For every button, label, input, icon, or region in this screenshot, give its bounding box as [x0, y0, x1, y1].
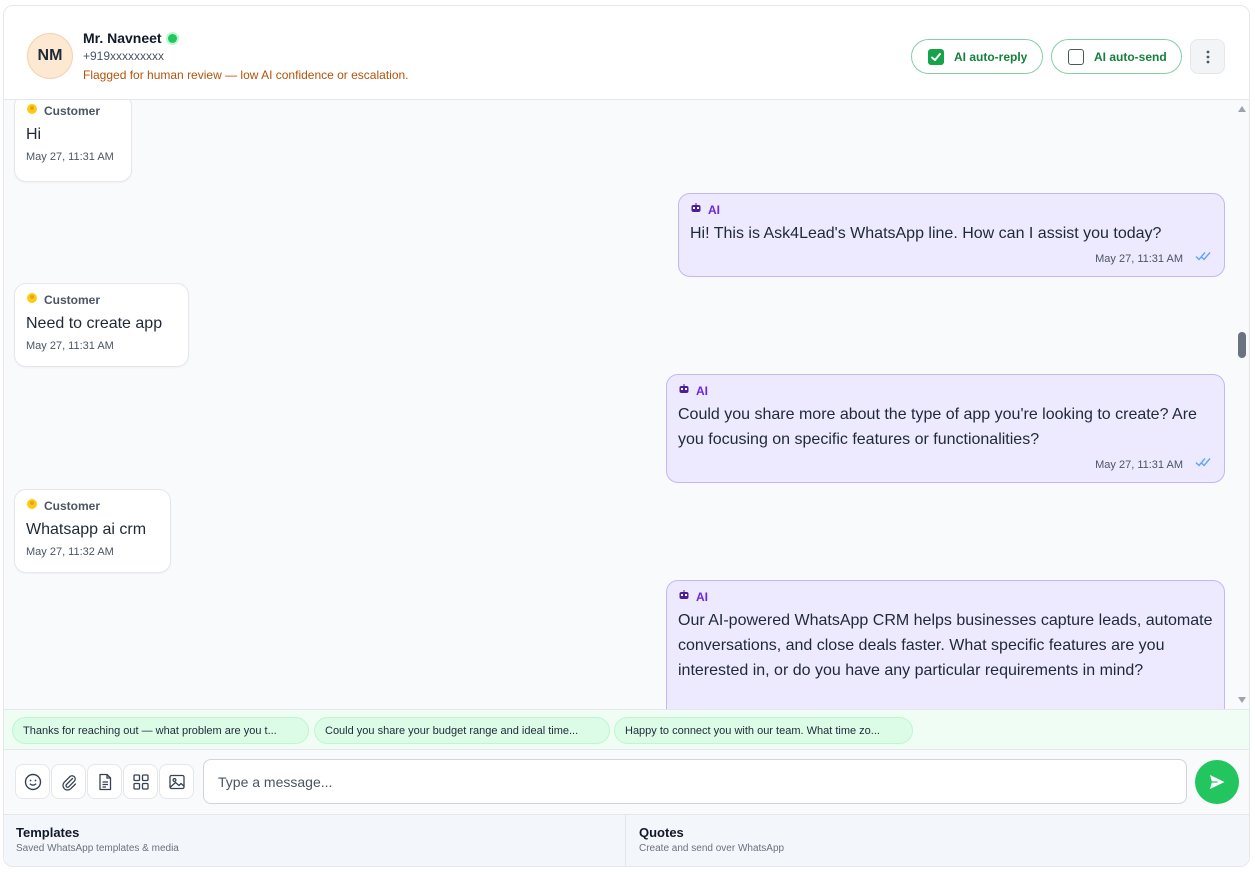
message-input[interactable] — [203, 759, 1187, 804]
customer-icon — [26, 498, 38, 513]
image-icon — [168, 774, 185, 789]
scroll-down-arrow-icon[interactable] — [1238, 697, 1246, 703]
read-receipt-icon — [1195, 454, 1213, 472]
suggested-reply-chip[interactable]: Happy to connect you with our team. What… — [614, 717, 913, 744]
chat-scrollbar[interactable] — [1237, 100, 1247, 709]
robot-icon — [690, 202, 702, 217]
message-text: Hi! This is Ask4Lead's WhatsApp line. Ho… — [690, 225, 1162, 242]
message-ai: AI Could you share more about the type o… — [666, 374, 1225, 483]
more-options-button[interactable] — [1190, 39, 1225, 74]
checkmark-icon — [931, 52, 941, 61]
online-status-icon — [167, 33, 177, 43]
message-text: Hi — [26, 126, 42, 143]
message-ai: AI Our AI-powered WhatsApp CRM helps bus… — [666, 580, 1225, 709]
message-time: May 27, 11:31 AM — [1095, 459, 1183, 471]
grid-icon — [132, 773, 149, 790]
customer-icon — [26, 292, 38, 307]
message-sender: Customer — [26, 103, 120, 118]
message-time: May 27, 11:32 AM — [26, 546, 114, 558]
send-button[interactable] — [1195, 760, 1239, 804]
message-ai: AI Hi! This is Ask4Lead's WhatsApp line.… — [678, 193, 1225, 277]
message-customer: Customer Whatsapp ai crm May 27, 11:32 A… — [14, 489, 171, 573]
avatar: NM — [27, 33, 73, 79]
scroll-up-arrow-icon[interactable] — [1238, 106, 1246, 112]
ai-auto-reply-toggle[interactable]: AI auto-reply — [911, 39, 1043, 74]
message-sender: Customer — [26, 292, 177, 307]
more-vertical-icon — [1206, 50, 1209, 63]
chat-header: NM Mr. Navneet +919xxxxxxxxx Flagged for… — [4, 6, 1249, 100]
message-sender: AI — [678, 589, 1213, 604]
emoji-icon — [24, 773, 41, 790]
robot-icon — [678, 383, 690, 398]
templates-grid-button[interactable] — [123, 764, 158, 799]
templates-title: Templates — [16, 825, 80, 840]
chat-window: NM Mr. Navneet +919xxxxxxxxx Flagged for… — [3, 5, 1250, 867]
message-text: Could you share more about the type of a… — [678, 406, 1197, 448]
suggested-replies: Thanks for reaching out — what problem a… — [4, 709, 1249, 749]
message-sender: AI — [690, 202, 1213, 217]
contact-phone: +919xxxxxxxxx — [83, 49, 165, 63]
message-time: May 27, 11:31 AM — [26, 340, 114, 352]
attach-file-button[interactable] — [51, 764, 86, 799]
emoji-button[interactable] — [15, 764, 50, 799]
document-icon — [98, 773, 111, 790]
attach-document-button[interactable] — [87, 764, 122, 799]
suggested-reply-chip[interactable]: Thanks for reaching out — what problem a… — [12, 717, 309, 744]
footer-panels: Templates Saved WhatsApp templates & med… — [4, 814, 1249, 866]
suggested-reply-chip[interactable]: Could you share your budget range and id… — [314, 717, 610, 744]
read-receipt-icon — [1195, 248, 1213, 266]
message-composer — [4, 749, 1249, 814]
paperclip-icon — [61, 774, 76, 791]
customer-icon — [26, 103, 38, 118]
message-sender: Customer — [26, 498, 159, 513]
message-customer: Customer Need to create app May 27, 11:3… — [14, 283, 189, 367]
message-text: Whatsapp ai crm — [26, 521, 147, 538]
ai-auto-send-toggle[interactable]: AI auto-send — [1051, 39, 1182, 74]
send-icon — [1210, 775, 1225, 789]
message-customer: Customer Hi May 27, 11:31 AM — [14, 100, 132, 182]
message-text: Need to create app — [26, 315, 163, 332]
robot-icon — [678, 589, 690, 604]
review-flag-text: Flagged for human review — low AI confid… — [83, 68, 409, 82]
templates-subtitle: Saved WhatsApp templates & media — [16, 843, 179, 854]
quotes-title: Quotes — [639, 825, 684, 840]
ai-auto-send-checkbox[interactable] — [1068, 48, 1084, 65]
message-sender: AI — [678, 383, 1213, 398]
ai-auto-reply-label: AI auto-reply — [954, 49, 1028, 64]
scroll-thumb[interactable] — [1238, 332, 1246, 358]
contact-name-text: Mr. Navneet — [83, 30, 162, 46]
message-text: Our AI-powered WhatsApp CRM helps busine… — [678, 612, 1213, 679]
message-time: May 27, 11:31 AM — [26, 151, 114, 163]
contact-name: Mr. Navneet — [83, 30, 177, 46]
attach-image-button[interactable] — [159, 764, 194, 799]
ai-auto-reply-checkbox[interactable] — [928, 48, 944, 65]
message-time: May 27, 11:31 AM — [1095, 253, 1183, 265]
quotes-subtitle: Create and send over WhatsApp — [639, 843, 785, 854]
message-list: Customer Hi May 27, 11:31 AM AI Hi! This… — [4, 100, 1249, 709]
templates-panel[interactable]: Templates Saved WhatsApp templates & med… — [4, 815, 626, 866]
ai-auto-send-label: AI auto-send — [1094, 49, 1167, 64]
quotes-panel[interactable]: Quotes Create and send over WhatsApp — [627, 815, 1249, 866]
